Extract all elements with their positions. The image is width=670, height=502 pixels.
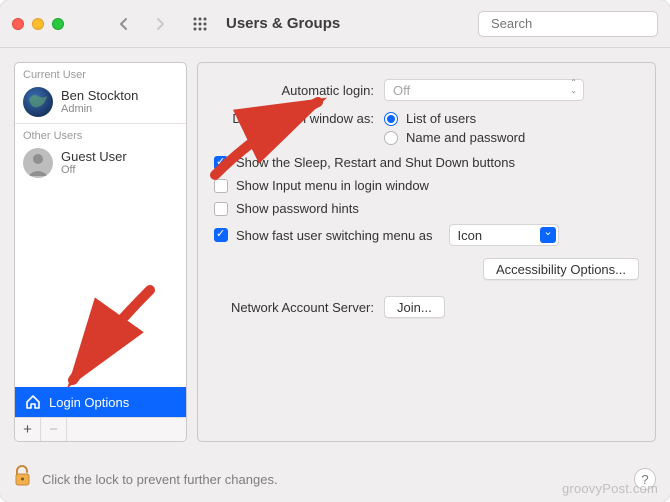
checkbox-icon bbox=[214, 179, 228, 193]
fast-switching-select[interactable]: Icon bbox=[449, 224, 559, 246]
check-password-hints[interactable]: Show password hints bbox=[214, 201, 639, 216]
check-input-menu[interactable]: Show Input menu in login window bbox=[214, 178, 639, 193]
checkbox-label: Show fast user switching menu as bbox=[236, 228, 433, 243]
add-remove-bar: + − bbox=[15, 417, 186, 441]
checkbox-icon bbox=[214, 156, 228, 170]
search-input[interactable] bbox=[489, 15, 669, 32]
login-options-label: Login Options bbox=[49, 395, 129, 410]
user-role: Off bbox=[61, 164, 127, 176]
checkbox-label: Show Input menu in login window bbox=[236, 178, 429, 193]
user-name: Ben Stockton bbox=[61, 89, 138, 103]
titlebar: Users & Groups bbox=[0, 0, 670, 48]
checkbox-icon bbox=[214, 228, 228, 242]
users-sidebar: Current User Ben Stockton Admin Other Us… bbox=[14, 62, 187, 442]
remove-user-button: − bbox=[41, 418, 67, 441]
zoom-icon[interactable] bbox=[52, 18, 64, 30]
radio-label: Name and password bbox=[406, 130, 525, 145]
radio-icon bbox=[384, 131, 398, 145]
window-controls bbox=[12, 18, 64, 30]
close-icon[interactable] bbox=[12, 18, 24, 30]
radio-list-of-users[interactable]: List of users bbox=[384, 111, 525, 126]
user-role: Admin bbox=[61, 103, 138, 115]
radio-icon bbox=[384, 112, 398, 126]
sidebar-user-current[interactable]: Ben Stockton Admin bbox=[15, 83, 186, 123]
home-icon bbox=[25, 394, 41, 410]
page-title: Users & Groups bbox=[226, 15, 340, 32]
user-name: Guest User bbox=[61, 150, 127, 164]
avatar bbox=[23, 148, 53, 178]
checkbox-icon bbox=[214, 202, 228, 216]
avatar bbox=[23, 87, 53, 117]
lock-icon[interactable] bbox=[14, 465, 32, 493]
checkbox-label: Show password hints bbox=[236, 201, 359, 216]
automatic-login-value: Off bbox=[393, 83, 410, 98]
forward-button[interactable] bbox=[146, 10, 174, 38]
display-window-label: Display login window as: bbox=[214, 111, 374, 126]
back-button[interactable] bbox=[110, 10, 138, 38]
login-options-panel: Automatic login: Off Display login windo… bbox=[197, 62, 656, 442]
join-button[interactable]: Join... bbox=[384, 296, 445, 318]
show-all-button[interactable] bbox=[186, 10, 214, 38]
radio-label: List of users bbox=[406, 111, 476, 126]
fast-switching-value: Icon bbox=[458, 228, 483, 243]
lock-text: Click the lock to prevent further change… bbox=[42, 472, 278, 487]
search-field[interactable] bbox=[478, 11, 658, 37]
add-user-button[interactable]: + bbox=[15, 418, 41, 441]
sidebar-user-guest[interactable]: Guest User Off bbox=[15, 144, 186, 184]
check-fast-user-switching[interactable]: Show fast user switching menu as Icon bbox=[214, 224, 639, 246]
syspref-window: Users & Groups Current User Ben Stockton… bbox=[0, 0, 670, 502]
accessibility-options-button[interactable]: Accessibility Options... bbox=[483, 258, 639, 280]
network-account-label: Network Account Server: bbox=[214, 300, 374, 315]
automatic-login-label: Automatic login: bbox=[214, 83, 374, 98]
current-user-label: Current User bbox=[15, 63, 186, 83]
minimize-icon[interactable] bbox=[32, 18, 44, 30]
checkbox-label: Show the Sleep, Restart and Shut Down bu… bbox=[236, 155, 515, 170]
radio-name-and-password[interactable]: Name and password bbox=[384, 130, 525, 145]
other-users-label: Other Users bbox=[15, 123, 186, 144]
login-options-item[interactable]: Login Options bbox=[15, 387, 186, 417]
check-sleep-restart-shutdown[interactable]: Show the Sleep, Restart and Shut Down bu… bbox=[214, 155, 639, 170]
watermark: groovyPost.com bbox=[562, 481, 658, 496]
automatic-login-select[interactable]: Off bbox=[384, 79, 584, 101]
